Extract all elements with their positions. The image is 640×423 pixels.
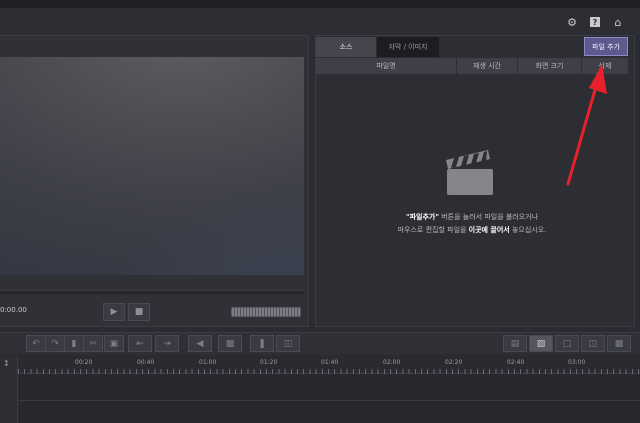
drop-hint-line1: "파일추가" 버튼을 눌러서 파일을 불러오거나: [316, 211, 628, 224]
drop-hint-emphasis: 이곳에 끌어서: [468, 226, 510, 234]
export-icon: ◫: [588, 338, 598, 349]
timeline-tracks[interactable]: [0, 374, 640, 423]
undo-icon: ↶: [32, 338, 40, 349]
open-project-button[interactable]: ▤: [503, 335, 527, 352]
delete-button[interactable]: ▮: [64, 335, 84, 352]
tab-source[interactable]: 소스: [316, 37, 376, 57]
ruler-label: 01:40: [321, 359, 339, 366]
merge-icon: ◫: [283, 338, 293, 349]
ruler-label: 00:40: [137, 359, 155, 366]
folder-icon: ▨: [536, 338, 546, 349]
help-icon[interactable]: ?: [588, 15, 602, 29]
play-icon: ▶: [110, 307, 118, 317]
undo-button[interactable]: ↶: [26, 335, 46, 352]
stop-icon: ■: [134, 307, 144, 317]
trim-end-icon: ⇥: [163, 338, 171, 349]
redo-button[interactable]: ↷: [45, 335, 65, 352]
crop-icon: ▣: [109, 338, 119, 349]
track-divider: [0, 400, 640, 401]
trim-start-icon: ⇤: [136, 338, 144, 349]
folder-button[interactable]: ▨: [529, 335, 553, 352]
expand-icon[interactable]: ↕: [3, 359, 10, 368]
save-button[interactable]: □: [555, 335, 579, 352]
home-icon[interactable]: ⌂: [611, 15, 625, 29]
drop-hint-line2: 마우스로 편집할 파일을 이곳에 끌어서 놓으십시오.: [316, 224, 628, 237]
crop-button[interactable]: ▣: [104, 335, 124, 352]
cut-icon: ✂: [89, 338, 97, 349]
screen-icon: ▩: [225, 338, 235, 349]
render-button[interactable]: ▩: [607, 335, 631, 352]
gear-icon[interactable]: ⚙: [565, 15, 579, 29]
trim-start-button[interactable]: ⇤: [128, 335, 152, 352]
mute-icon: ◀: [196, 338, 204, 349]
column-duration[interactable]: 재생 시간: [457, 58, 518, 74]
drop-zone[interactable]: "파일추가" 버튼을 눌러서 파일을 불러오거나 마우스로 편집할 파일을 이곳…: [316, 211, 628, 237]
volume-slider[interactable]: [231, 307, 301, 317]
add-file-button[interactable]: 파일 추가: [584, 37, 628, 56]
mute-button[interactable]: ◀: [188, 335, 212, 352]
delete-icon: ▮: [71, 338, 77, 349]
ruler-label: 03:00: [568, 359, 586, 366]
trim-end-button[interactable]: ⇥: [155, 335, 179, 352]
ruler-label: 02:00: [383, 359, 401, 366]
play-button[interactable]: ▶: [103, 303, 125, 321]
ruler-label: 02:20: [445, 359, 463, 366]
stop-button[interactable]: ■: [128, 303, 150, 321]
render-icon: ▩: [614, 338, 624, 349]
merge-button[interactable]: ◫: [276, 335, 300, 352]
split-button[interactable]: ❚: [250, 335, 274, 352]
screen-button[interactable]: ▩: [218, 335, 242, 352]
export-button[interactable]: ◫: [581, 335, 605, 352]
clapperboard-icon: [444, 148, 496, 196]
ruler-label: 02:40: [507, 359, 525, 366]
drop-hint-text: 버튼을 눌러서 파일을 불러오거나: [439, 213, 539, 221]
top-bar: [0, 8, 640, 35]
video-preview-shade: [0, 57, 304, 275]
drop-hint-text: 마우스로 편집할 파일을: [397, 226, 469, 234]
seek-bar[interactable]: [0, 290, 304, 294]
redo-icon: ↷: [51, 338, 59, 349]
column-filename[interactable]: 파일명: [316, 58, 457, 74]
tab-subtitle-image[interactable]: 자막 / 이미지: [377, 37, 439, 57]
drop-hint-text: 놓으십시오.: [509, 226, 547, 234]
ruler-label: 01:20: [260, 359, 278, 366]
window-titlebar: [0, 0, 640, 8]
timecode: 0:00.00: [0, 306, 27, 314]
drop-hint-emphasis: "파일추가": [405, 213, 439, 221]
split-icon: ❚: [258, 338, 266, 349]
red-arrow-annotation: [560, 56, 610, 192]
save-icon: □: [562, 338, 572, 349]
ruler-label: 01:00: [199, 359, 217, 366]
open-project-icon: ▤: [510, 338, 520, 349]
cut-button[interactable]: ✂: [83, 335, 103, 352]
ruler-label: 00:20: [75, 359, 93, 366]
